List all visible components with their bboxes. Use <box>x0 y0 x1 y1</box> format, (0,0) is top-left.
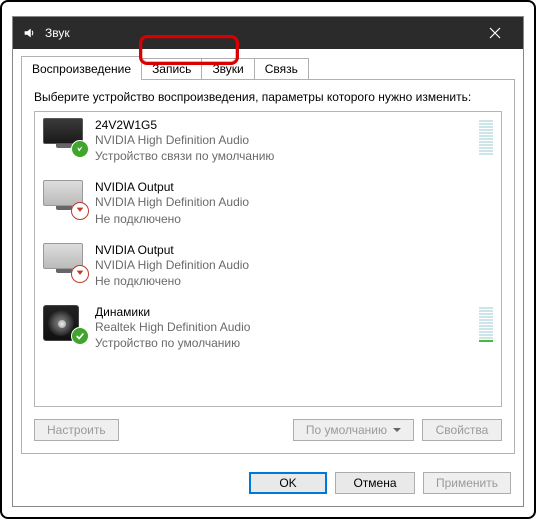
device-name: NVIDIA Output <box>95 180 493 194</box>
device-status: Не подключено <box>95 273 493 289</box>
device-list[interactable]: 24V2W1G5 NVIDIA High Definition Audio Ус… <box>34 111 502 407</box>
device-icon-monitor <box>43 180 85 216</box>
device-name: 24V2W1G5 <box>95 118 471 132</box>
device-icon-monitor <box>43 118 85 154</box>
device-status: Устройство связи по умолчанию <box>95 148 471 164</box>
panel-description: Выберите устройство воспроизведения, пар… <box>34 90 502 105</box>
status-badge-down-icon <box>71 202 89 220</box>
device-status: Не подключено <box>95 211 493 227</box>
device-row[interactable]: Динамики Realtek High Definition Audio У… <box>35 299 501 361</box>
sound-icon <box>21 25 37 41</box>
device-driver: Realtek High Definition Audio <box>95 319 471 335</box>
device-driver: NVIDIA High Definition Audio <box>95 132 471 148</box>
device-driver: NVIDIA High Definition Audio <box>95 194 493 210</box>
device-row[interactable]: NVIDIA Output NVIDIA High Definition Aud… <box>35 237 501 299</box>
status-badge-down-icon <box>71 265 89 283</box>
window-title: Звук <box>45 26 475 40</box>
level-meter <box>479 120 493 155</box>
status-badge-ok-icon <box>71 327 89 345</box>
device-name: Динамики <box>95 305 471 319</box>
configure-button: Настроить <box>34 419 119 441</box>
device-row[interactable]: 24V2W1G5 NVIDIA High Definition Audio Ус… <box>35 112 501 174</box>
status-badge-ok-icon <box>71 140 89 158</box>
device-row[interactable]: NVIDIA Output NVIDIA High Definition Aud… <box>35 174 501 236</box>
ok-button[interactable]: OK <box>249 472 327 494</box>
tab-panel-playback: Выберите устройство воспроизведения, пар… <box>21 79 515 454</box>
apply-button: Применить <box>423 472 511 494</box>
device-status: Устройство по умолчанию <box>95 335 471 351</box>
properties-button: Свойства <box>422 419 502 441</box>
set-default-button: По умолчанию <box>293 419 414 441</box>
dialog-buttons: OK Отмена Применить <box>13 462 523 506</box>
tab-strip: Воспроизведение Запись Звуки Связь <box>13 49 523 79</box>
titlebar: Звук <box>13 17 523 49</box>
tab-communications[interactable]: Связь <box>254 58 309 79</box>
level-meter <box>479 307 493 342</box>
sound-dialog: Звук Воспроизведение Запись Звуки Связь … <box>12 16 524 507</box>
device-icon-monitor <box>43 243 85 279</box>
device-icon-speaker <box>43 305 85 341</box>
tab-playback[interactable]: Воспроизведение <box>21 56 142 80</box>
tab-recording[interactable]: Запись <box>141 58 202 79</box>
device-driver: NVIDIA High Definition Audio <box>95 257 493 273</box>
tab-sounds[interactable]: Звуки <box>201 58 254 79</box>
cancel-button[interactable]: Отмена <box>335 472 415 494</box>
close-button[interactable] <box>475 17 515 49</box>
device-name: NVIDIA Output <box>95 243 493 257</box>
